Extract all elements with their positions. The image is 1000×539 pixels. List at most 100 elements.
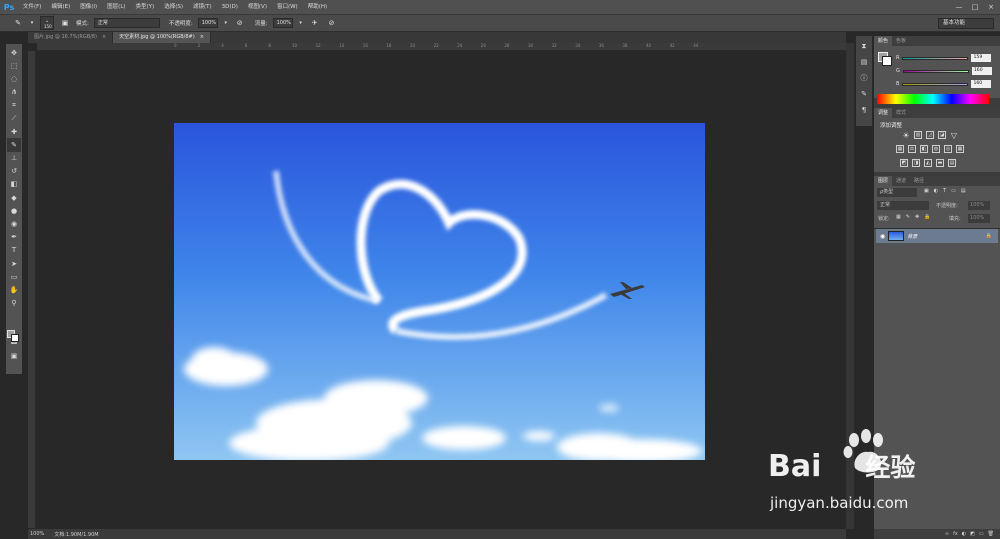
- type-filter-icon[interactable]: T: [943, 188, 946, 194]
- tab-adjustments[interactable]: 调整: [874, 108, 893, 118]
- history-brush-tool-icon[interactable]: ↺: [7, 165, 21, 178]
- menu-type[interactable]: 类型(Y): [131, 0, 160, 14]
- channel-mixer-icon[interactable]: ◎: [944, 145, 952, 153]
- chevron-down-icon[interactable]: ▾: [298, 17, 304, 29]
- zoom-level[interactable]: 100%: [30, 531, 44, 537]
- tab-photo[interactable]: 图片.jpg @ 16.7%(RGB/8) ×: [28, 32, 114, 43]
- brush-tool-icon[interactable]: ✎: [7, 138, 21, 152]
- tab-styles[interactable]: 样式: [892, 108, 910, 118]
- link-layers-icon[interactable]: ∞: [945, 531, 949, 537]
- crop-tool-icon[interactable]: ⌗: [7, 99, 21, 112]
- color-bg-swatch[interactable]: [882, 56, 892, 66]
- levels-icon[interactable]: ▥: [914, 131, 922, 139]
- red-slider[interactable]: [902, 56, 969, 60]
- tab-channels[interactable]: 通道: [892, 176, 910, 186]
- shape-tool-icon[interactable]: ▭: [7, 270, 21, 283]
- workspace-select[interactable]: 基本功能: [938, 18, 994, 29]
- invert-icon[interactable]: ◩: [900, 159, 908, 167]
- layer-name[interactable]: 背景: [907, 233, 917, 240]
- trash-icon[interactable]: 🗑: [988, 531, 994, 537]
- adjust-filter-icon[interactable]: ◐: [934, 188, 938, 194]
- adjustment-layer-icon[interactable]: ◩: [970, 531, 975, 537]
- color-balance-icon[interactable]: ⚖: [908, 145, 916, 153]
- maximize-button[interactable]: □: [968, 0, 982, 14]
- tab-color[interactable]: 颜色: [874, 36, 893, 46]
- opacity-field[interactable]: 100%: [197, 18, 218, 28]
- vibrance-icon[interactable]: ▽: [950, 131, 958, 140]
- quick-select-tool-icon[interactable]: ⋔: [7, 86, 21, 99]
- color-spectrum-bar[interactable]: [877, 94, 989, 104]
- shape-filter-icon[interactable]: ▭: [951, 188, 956, 194]
- background-color-swatch[interactable]: [11, 334, 19, 342]
- color-lookup-icon[interactable]: ▦: [956, 145, 964, 153]
- menu-3d[interactable]: 3D(D): [217, 0, 243, 14]
- properties-icon[interactable]: ▤: [858, 56, 870, 68]
- lock-all-icon[interactable]: 🔒: [924, 214, 930, 220]
- fx-icon[interactable]: fx: [953, 531, 958, 537]
- layer-background[interactable]: ◉ 背景 🔒: [876, 229, 998, 243]
- image-filter-icon[interactable]: ▣: [924, 188, 929, 194]
- menu-view[interactable]: 视图(V): [243, 0, 272, 14]
- menu-file[interactable]: 文件(F): [18, 0, 46, 14]
- dodge-tool-icon[interactable]: ◉: [7, 217, 21, 230]
- pressure-size-icon[interactable]: ⊘: [326, 17, 338, 29]
- menu-help[interactable]: 帮助(H): [303, 0, 332, 14]
- info-icon[interactable]: ⓘ: [858, 72, 870, 84]
- eyedropper-tool-icon[interactable]: ⟋: [7, 112, 21, 125]
- healing-tool-icon[interactable]: ✚: [7, 125, 21, 138]
- hand-tool-icon[interactable]: ✋: [7, 283, 21, 296]
- gradient-map-icon[interactable]: ▬: [936, 159, 944, 167]
- layer-opacity-field[interactable]: 100%: [968, 201, 990, 210]
- tab-layers[interactable]: 图层: [874, 176, 893, 186]
- selective-color-icon[interactable]: ▤: [948, 159, 956, 167]
- tab-swatches[interactable]: 色板: [892, 36, 910, 46]
- lasso-tool-icon[interactable]: ◌: [7, 72, 21, 85]
- move-tool-icon[interactable]: ✥: [7, 46, 21, 59]
- screen-mode-icon[interactable]: ▣: [7, 349, 21, 362]
- brush-panel-toggle-icon[interactable]: ▣: [59, 17, 71, 29]
- chevron-down-icon[interactable]: ▾: [223, 17, 229, 29]
- flow-field[interactable]: 100%: [272, 18, 293, 28]
- brush-size-picker[interactable]: • 150: [40, 16, 54, 30]
- lock-position-icon[interactable]: ✥: [915, 214, 919, 220]
- black-white-icon[interactable]: ◧: [920, 145, 928, 153]
- paint-bucket-tool-icon[interactable]: ◆: [7, 191, 21, 204]
- stamp-tool-icon[interactable]: ⊥: [7, 152, 21, 165]
- paragraph-icon[interactable]: ¶: [858, 104, 870, 116]
- brightness-icon[interactable]: ☀: [902, 131, 910, 140]
- menu-image[interactable]: 图像(I): [75, 0, 102, 14]
- type-tool-icon[interactable]: T: [7, 244, 21, 257]
- blue-value[interactable]: 160: [971, 80, 992, 88]
- zoom-tool-icon[interactable]: ⚲: [7, 297, 21, 310]
- document-image[interactable]: [174, 123, 705, 460]
- blue-slider[interactable]: [902, 82, 969, 86]
- chevron-down-icon[interactable]: ▾: [29, 17, 35, 29]
- threshold-icon[interactable]: ◭: [924, 159, 932, 167]
- tab-sky-material[interactable]: 天空素材.jpg @ 100%(RGB/8#) ×: [113, 32, 211, 43]
- hue-saturation-icon[interactable]: ▦: [896, 145, 904, 153]
- close-window-button[interactable]: ×: [984, 0, 998, 14]
- curves-icon[interactable]: ◿: [926, 131, 934, 139]
- menu-select[interactable]: 选择(S): [159, 0, 188, 14]
- layer-filter-select[interactable]: ρ类型: [877, 188, 917, 197]
- blend-mode-select[interactable]: 正常: [877, 201, 929, 210]
- mode-select[interactable]: 正常: [93, 18, 160, 28]
- menu-window[interactable]: 窗口(W): [272, 0, 303, 14]
- photo-filter-icon[interactable]: ◍: [932, 145, 940, 153]
- path-select-tool-icon[interactable]: ➤: [7, 257, 21, 270]
- eye-icon[interactable]: ◉: [880, 233, 885, 240]
- menu-edit[interactable]: 编辑(E): [46, 0, 75, 14]
- lock-pixels-icon[interactable]: ▦: [896, 214, 901, 220]
- blur-tool-icon[interactable]: ●: [7, 204, 21, 217]
- brush-presets-icon[interactable]: ✎: [858, 88, 870, 100]
- minimize-button[interactable]: —: [952, 0, 966, 14]
- green-value[interactable]: 160: [971, 67, 992, 75]
- green-slider[interactable]: [902, 69, 969, 73]
- posterize-icon[interactable]: ◨: [912, 159, 920, 167]
- history-icon[interactable]: ⧗: [858, 40, 870, 52]
- fill-field[interactable]: 100%: [968, 214, 990, 223]
- lock-paint-icon[interactable]: ✎: [906, 214, 910, 220]
- pressure-opacity-icon[interactable]: ⊘: [234, 17, 246, 29]
- menu-filter[interactable]: 滤镜(T): [188, 0, 217, 14]
- marquee-tool-icon[interactable]: ⬚: [7, 59, 21, 72]
